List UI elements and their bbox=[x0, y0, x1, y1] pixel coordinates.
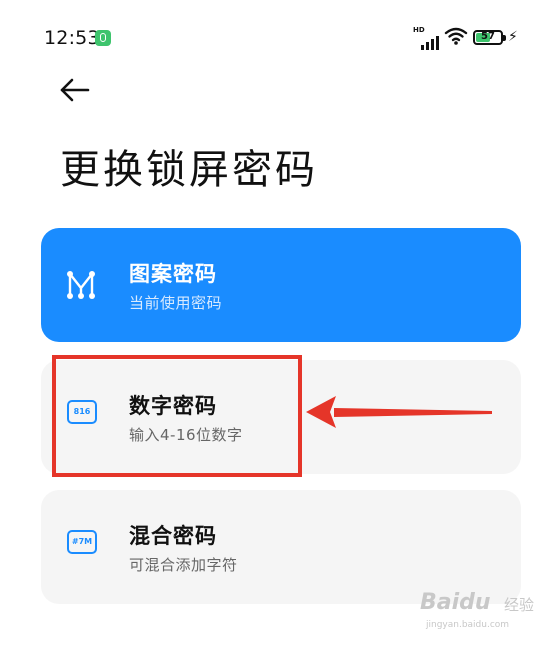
hd-label: HD bbox=[413, 26, 425, 34]
charging-icon: ⚡ bbox=[508, 29, 518, 45]
watermark-suffix: 经验 bbox=[504, 596, 535, 614]
cellular-signal-icon: HD bbox=[413, 26, 441, 50]
baidu-jingyan-watermark: Baidu 经验 jingyan.baidu.com bbox=[420, 590, 550, 640]
annotation-arrow-icon bbox=[306, 396, 492, 428]
watermark-url: jingyan.baidu.com bbox=[426, 620, 510, 630]
status-time: 12:53 bbox=[44, 27, 100, 49]
page-title: 更换锁屏密码 bbox=[60, 147, 318, 193]
back-button[interactable] bbox=[58, 74, 94, 106]
annotation-highlight-box bbox=[52, 355, 302, 477]
option-mixed-password[interactable]: #7M 混合密码 可混合添加字符 bbox=[41, 490, 521, 604]
notification-app-icon bbox=[95, 30, 111, 46]
battery-level: 57 bbox=[481, 31, 495, 42]
status-bar: 12:53 HD 57 ⚡ bbox=[0, 0, 558, 70]
option-title: 图案密码 bbox=[129, 262, 217, 286]
pattern-icon bbox=[67, 271, 95, 299]
option-title: 混合密码 bbox=[129, 524, 217, 548]
wifi-icon bbox=[444, 27, 468, 45]
option-subtitle: 当前使用密码 bbox=[129, 294, 223, 312]
battery-icon: 57 bbox=[473, 30, 506, 45]
option-subtitle: 可混合添加字符 bbox=[129, 556, 238, 574]
option-pattern-password[interactable]: 图案密码 当前使用密码 bbox=[41, 228, 521, 342]
arrow-left-icon bbox=[60, 78, 90, 102]
mixed-icon: #7M bbox=[67, 530, 97, 554]
watermark-brand: Baidu bbox=[420, 590, 491, 615]
